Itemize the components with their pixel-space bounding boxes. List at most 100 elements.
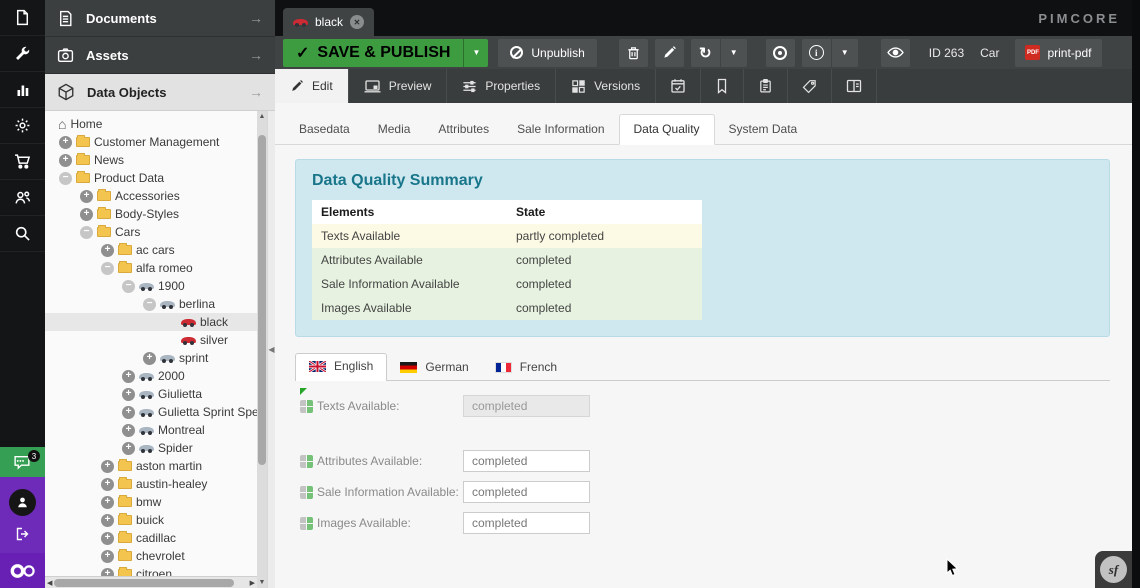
expand-icon[interactable]: + — [122, 442, 135, 455]
tree-item[interactable]: +cadillac — [45, 529, 257, 547]
reload-options-caret[interactable]: ▼ — [721, 39, 747, 67]
settings-rail-button[interactable] — [0, 108, 45, 144]
tab-versions[interactable]: Versions — [556, 69, 656, 103]
scroll-up-icon[interactable]: ▲ — [257, 113, 267, 120]
tree-item[interactable]: +2000 — [45, 367, 257, 385]
collapse-icon[interactable]: − — [143, 298, 156, 311]
expand-icon[interactable]: + — [101, 460, 114, 473]
expand-icon[interactable]: + — [122, 406, 135, 419]
tab-attributes[interactable]: Attributes — [424, 115, 503, 144]
info-options-caret[interactable]: ▼ — [832, 39, 858, 67]
scroll-down-icon[interactable]: ▼ — [257, 579, 267, 586]
ecommerce-rail-button[interactable] — [0, 144, 45, 180]
tab-notes[interactable] — [701, 69, 744, 103]
tab-workflow[interactable] — [832, 69, 877, 103]
expand-icon[interactable]: + — [101, 244, 114, 257]
expand-icon[interactable]: + — [101, 478, 114, 491]
tree-item[interactable]: +Customer Management — [45, 133, 257, 151]
texts-available-input[interactable] — [463, 395, 590, 417]
expand-icon[interactable]: + — [101, 532, 114, 545]
accordion-assets[interactable]: Assets → — [45, 37, 275, 74]
tree-item[interactable]: −berlina — [45, 295, 257, 313]
tree-item[interactable]: −1900 — [45, 277, 257, 295]
expand-icon[interactable]: + — [122, 424, 135, 437]
tools-rail-button[interactable] — [0, 36, 45, 72]
tab-edit[interactable]: Edit — [275, 69, 349, 103]
tree-item[interactable]: +bmw — [45, 493, 257, 511]
pimcore-infinity-logo[interactable] — [0, 553, 45, 588]
reports-rail-button[interactable] — [0, 72, 45, 108]
documents-rail-button[interactable] — [0, 0, 45, 36]
tree-item[interactable]: −Cars — [45, 223, 257, 241]
images-available-input[interactable] — [463, 512, 590, 534]
expand-icon[interactable]: + — [59, 154, 72, 167]
info-button[interactable]: i — [802, 39, 832, 67]
expand-icon[interactable]: + — [101, 496, 114, 509]
logout-icon[interactable] — [14, 526, 31, 542]
tab-basedata[interactable]: Basedata — [285, 115, 364, 144]
tab-data-quality[interactable]: Data Quality — [619, 114, 715, 145]
tree-item[interactable]: +News — [45, 151, 257, 169]
tab-media[interactable]: Media — [364, 115, 425, 144]
locate-in-tree-button[interactable] — [766, 39, 795, 67]
tab-schedule[interactable] — [656, 69, 701, 103]
attributes-available-input[interactable] — [463, 450, 590, 472]
rename-button[interactable] — [655, 39, 684, 67]
expand-icon[interactable]: + — [101, 514, 114, 527]
sale-information-available-input[interactable] — [463, 481, 590, 503]
expand-icon[interactable]: + — [59, 136, 72, 149]
tab-language-french[interactable]: French — [482, 355, 570, 380]
expand-icon[interactable]: + — [122, 370, 135, 383]
tree-item[interactable]: +Giulietta — [45, 385, 257, 403]
tree-item[interactable]: −Product Data — [45, 169, 257, 187]
collapse-icon[interactable]: − — [101, 262, 114, 275]
scrollbar-thumb[interactable] — [54, 579, 233, 587]
open-preview-button[interactable] — [881, 39, 910, 67]
symfony-profiler-toggle[interactable]: sf — [1095, 551, 1132, 588]
tab-reports[interactable] — [744, 69, 788, 103]
expand-icon[interactable]: + — [80, 208, 93, 221]
tab-system-data[interactable]: System Data — [715, 115, 812, 144]
print-pdf-button[interactable]: PDF print-pdf — [1015, 39, 1101, 67]
vertical-scrollbar[interactable]: ▲ ▼ — [257, 111, 267, 588]
scroll-left-icon[interactable]: ◀ — [47, 579, 52, 587]
tree-item[interactable]: +aston martin — [45, 457, 257, 475]
tree-item[interactable]: +buick — [45, 511, 257, 529]
save-options-caret[interactable]: ▼ — [463, 39, 488, 67]
tab-sale-information[interactable]: Sale Information — [503, 115, 618, 144]
scrollbar-thumb[interactable] — [258, 135, 266, 465]
open-object-tab[interactable]: black ✕ — [283, 8, 374, 36]
accordion-data-objects[interactable]: Data Objects → — [45, 74, 275, 111]
users-rail-button[interactable] — [0, 180, 45, 216]
tree-item[interactable]: +Accessories — [45, 187, 257, 205]
tree-item[interactable]: +ac cars — [45, 241, 257, 259]
tab-properties[interactable]: Properties — [447, 69, 556, 103]
collapse-icon[interactable]: − — [59, 172, 72, 185]
accordion-documents[interactable]: Documents → — [45, 0, 275, 37]
tree-item[interactable]: +sprint — [45, 349, 257, 367]
tree-item[interactable]: +Montreal — [45, 421, 257, 439]
tree-item[interactable]: +Spider — [45, 439, 257, 457]
tree-item[interactable]: +Body-Styles — [45, 205, 257, 223]
notifications-button[interactable]: 3 — [0, 447, 45, 477]
tree-item[interactable]: silver — [45, 331, 257, 349]
close-icon[interactable]: ✕ — [350, 15, 364, 29]
tree-item[interactable]: +citroen — [45, 565, 257, 576]
search-rail-button[interactable] — [0, 216, 45, 252]
tab-tags[interactable] — [788, 69, 832, 103]
save-publish-button[interactable]: ✓SAVE & PUBLISH ▼ — [283, 39, 488, 67]
collapse-icon[interactable]: − — [122, 280, 135, 293]
tree-item[interactable]: +Gulietta Sprint Specia — [45, 403, 257, 421]
panel-collapse-handle[interactable]: ◀ — [267, 111, 275, 588]
tab-language-german[interactable]: German — [387, 355, 481, 380]
expand-icon[interactable]: + — [101, 568, 114, 577]
expand-icon[interactable]: + — [80, 190, 93, 203]
scroll-right-icon[interactable]: ▶ — [250, 579, 255, 587]
unpublish-button[interactable]: Unpublish — [498, 39, 596, 67]
tree-item-home[interactable]: ⌂Home — [45, 115, 257, 133]
delete-button[interactable] — [619, 39, 648, 67]
tab-preview[interactable]: Preview — [349, 69, 448, 103]
expand-icon[interactable]: + — [143, 352, 156, 365]
tree-item[interactable]: +austin-healey — [45, 475, 257, 493]
tab-language-english[interactable]: English — [295, 353, 387, 381]
